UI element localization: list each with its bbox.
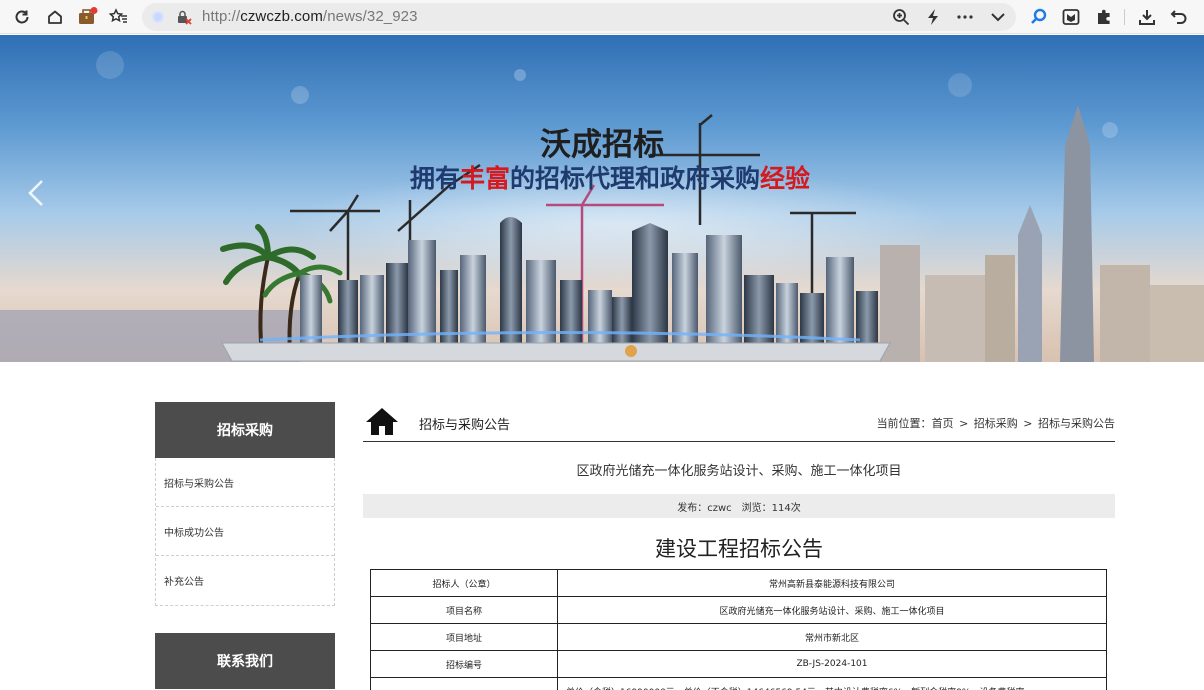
sidebar-item-supplementary[interactable]: 补充公告 (156, 556, 334, 605)
table-key: 招标编号 (370, 650, 558, 678)
section-title: 招标与采购公告 (419, 418, 511, 433)
url-host: czwczb.com (240, 8, 323, 25)
breadcrumb-procurement-link[interactable]: 招标采购 (974, 417, 1018, 430)
breadcrumb-separator: > (959, 417, 969, 430)
table-value: 常州市新北区 (557, 623, 1107, 651)
subtitle-part: 的招标代理和政府采购 (510, 164, 761, 193)
table-row: 招标编号 ZB-JS-2024-101 (370, 650, 1107, 678)
extensions-icon[interactable] (1092, 5, 1116, 29)
contact-heading[interactable]: 联系我们 (155, 633, 335, 689)
breadcrumb: 当前位置：首页 > 招标采购 > 招标与采购公告 (877, 415, 1115, 431)
article-title: 区政府光储充一体化服务站设计、采购、施工一体化项目 (576, 464, 902, 479)
sidebar-item-award-notices[interactable]: 中标成功公告 (156, 507, 334, 556)
banner-subtitle: 拥有丰富的招标代理和政府采购经验 (410, 159, 810, 195)
address-url[interactable]: http://czwczb.com/news/32_923 (202, 8, 418, 25)
table-row: 招标人（公章） 常州高新县泰能源科技有限公司 (370, 569, 1107, 597)
subtitle-part: 拥有 (410, 164, 461, 193)
url-scheme: http:// (202, 8, 241, 25)
sidebar-heading: 招标采购 (155, 402, 335, 458)
search-icon[interactable] (1027, 5, 1051, 29)
lightning-icon[interactable] (925, 8, 941, 30)
publisher-label: 发布：czwc (677, 502, 732, 514)
table-value: 常州高新县泰能源科技有限公司 (557, 569, 1107, 597)
subtitle-highlight: 丰富 (460, 164, 511, 193)
banner-title: 沃成招标 (540, 127, 664, 163)
table-value-partial: 单价（含税）16990000元，单价（不含税）14646569.54元，其中设计… (557, 677, 1107, 690)
breadcrumb-prefix: 当前位置： (876, 417, 932, 430)
site-indicator-icon (152, 11, 164, 23)
sidebar-menu: 招标与采购公告 中标成功公告 补充公告 (155, 458, 335, 606)
document-heading: 建设工程招标公告 (655, 537, 823, 561)
download-icon[interactable] (1135, 5, 1159, 29)
table-key: 招标人（公章） (370, 569, 558, 597)
home-icon[interactable] (43, 5, 67, 29)
breadcrumb-current[interactable]: 招标与采购公告 (1038, 417, 1115, 430)
table-key (370, 677, 558, 690)
breadcrumb-home-link[interactable]: 首页 (932, 417, 954, 430)
toolbar-divider (1124, 9, 1125, 25)
briefcase-icon[interactable] (75, 5, 99, 29)
carousel-prev-icon[interactable] (22, 173, 50, 213)
tender-info-table: 招标人（公章） 常州高新县泰能源科技有限公司 项目名称 区政府光储充一体化服务站设计… (370, 569, 1107, 690)
table-value: 区政府光储充一体化服务站设计、采购、施工一体化项目 (557, 596, 1107, 624)
insecure-lock-icon[interactable] (176, 9, 192, 29)
zoom-icon[interactable] (892, 8, 910, 30)
home-icon (365, 406, 399, 440)
hero-banner: 沃成招标 拥有丰富的招标代理和政府采购经验 (0, 35, 1204, 362)
sidebar-item-announcements[interactable]: 招标与采购公告 (156, 458, 334, 507)
table-value: ZB-JS-2024-101 (557, 650, 1107, 678)
table-row: 项目名称 区政府光储充一体化服务站设计、采购、施工一体化项目 (370, 596, 1107, 624)
view-count: 浏览：114次 (741, 502, 801, 514)
address-bar[interactable]: http://czwczb.com/news/32_923 (142, 3, 1016, 31)
reading-mode-icon[interactable] (1059, 5, 1083, 29)
more-icon[interactable] (956, 8, 974, 30)
chevron-down-icon[interactable] (989, 8, 1007, 30)
section-header: 招标与采购公告 当前位置：首页 > 招标采购 > 招标与采购公告 (363, 402, 1115, 442)
url-path: /news/32_923 (322, 8, 418, 25)
table-key: 项目地址 (370, 623, 558, 651)
article-meta: 发布：czwc 浏览：114次 (363, 494, 1115, 518)
browser-toolbar: http://czwczb.com/news/32_923 (0, 0, 1204, 34)
table-row: 项目地址 常州市新北区 (370, 623, 1107, 651)
table-key: 项目名称 (370, 596, 558, 624)
undo-icon[interactable] (1167, 5, 1191, 29)
city-skyline-illustration (0, 51, 1204, 362)
breadcrumb-separator: > (1023, 417, 1033, 430)
subtitle-highlight: 经验 (760, 164, 811, 193)
favorites-star-icon[interactable] (107, 5, 131, 29)
slider-dot-active[interactable] (625, 345, 637, 357)
table-row: 单价（含税）16990000元，单价（不含税）14646569.54元，其中设计… (370, 677, 1107, 690)
reload-icon[interactable] (10, 5, 34, 29)
